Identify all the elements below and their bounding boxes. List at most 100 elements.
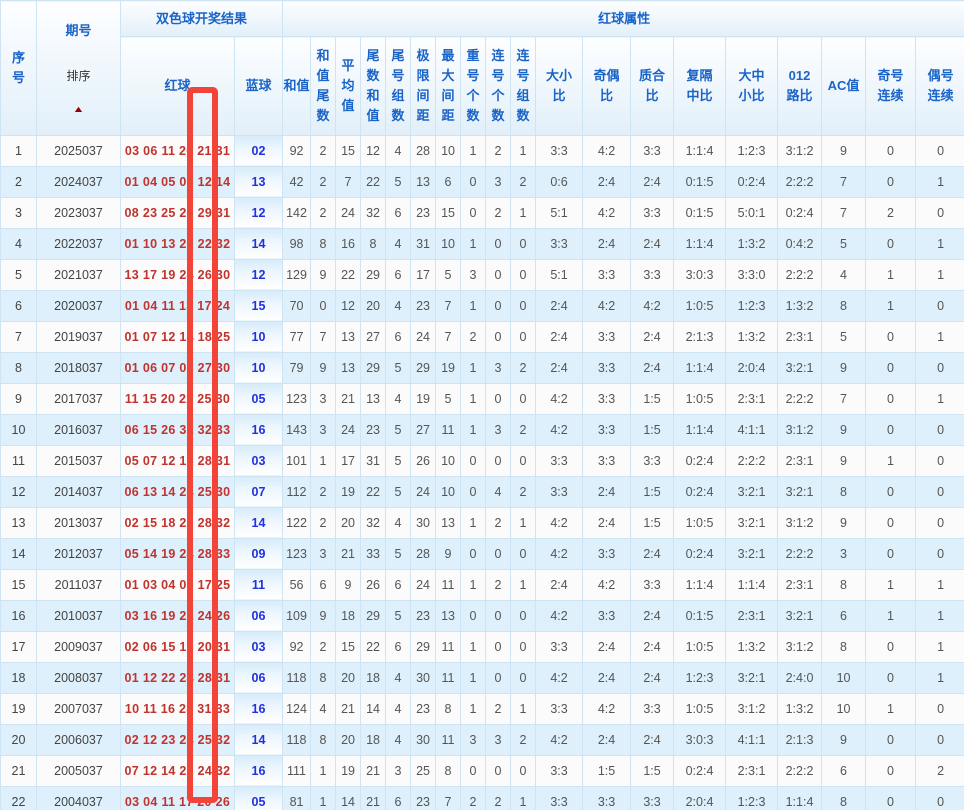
stat-cell: 31 [410, 227, 437, 260]
stat-cell: 4:2 [535, 537, 584, 570]
blue-ball-cell: 15 [233, 289, 284, 322]
stat-cell: 2 [485, 692, 512, 725]
stat-cell: 9 [335, 568, 362, 601]
blue-ball-cell: 06 [233, 661, 284, 694]
stat-cell: 21 [335, 537, 362, 570]
stat-cell: 23 [410, 599, 437, 632]
stat-cell: 1:0:5 [673, 289, 727, 322]
stat-cell: 1 [915, 165, 964, 198]
stat-cell: 3:3 [535, 785, 584, 810]
stat-cell: 7 [821, 196, 867, 229]
stat-cell: 1:1:4 [725, 568, 779, 601]
stat-cell: 2:4 [582, 475, 632, 508]
stat-cell: 2:4 [630, 351, 675, 384]
stat-cell: 0 [510, 537, 537, 570]
stat-cell: 1:3:2 [777, 692, 823, 725]
stat-cell: 29 [360, 258, 387, 291]
stat-cell: 2 [310, 165, 337, 198]
seq-cell: 19 [0, 692, 37, 725]
stat-cell: 6 [385, 196, 412, 229]
stat-cell: 2:3:1 [777, 320, 823, 353]
table-row: 17 2009037 02 06 15 18 20 31 03 92 2 15 22 6 29 11… [0, 630, 964, 663]
column-header: 复隔 中比 [673, 36, 727, 136]
stat-cell: 2:4 [630, 165, 675, 198]
stat-cell: 2 [310, 506, 337, 539]
stat-cell: 4:2 [535, 413, 584, 446]
stat-cell: 21 [360, 754, 387, 787]
stat-cell: 5:0:1 [725, 196, 779, 229]
stat-cell: 0:2:4 [673, 537, 727, 570]
red-balls-cell: 06 13 14 24 25 30 [120, 475, 235, 508]
column-header: 蓝球 [233, 36, 284, 136]
stat-cell: 1 [460, 568, 487, 601]
stat-cell: 118 [282, 723, 312, 756]
stat-cell: 20 [360, 289, 387, 322]
period-cell: 2008037 [36, 661, 121, 694]
period-cell: 2006037 [36, 723, 121, 756]
stat-cell: 129 [282, 258, 312, 291]
stat-cell: 5 [385, 351, 412, 384]
stat-cell: 3:3 [582, 258, 632, 291]
stat-cell: 3 [460, 723, 487, 756]
stat-cell: 6 [385, 785, 412, 810]
stat-cell: 2:2:2 [777, 258, 823, 291]
stat-cell: 1 [310, 444, 337, 477]
stat-cell: 21 [335, 382, 362, 415]
stat-cell: 4 [821, 258, 867, 291]
header-group-row: 序 号 期号 排序 ▲ 双色球开奖结果 红球属性 [0, 0, 964, 136]
stat-cell: 2:3:1 [725, 599, 779, 632]
stat-cell: 5 [435, 382, 462, 415]
period-cell: 2012037 [36, 537, 121, 570]
column-header: 连号 个数 [485, 36, 512, 136]
column-header: 奇号 连续 [865, 36, 917, 136]
stat-cell: 3:0:3 [673, 723, 727, 756]
stat-cell: 81 [282, 785, 312, 810]
stat-cell: 0 [510, 661, 537, 694]
stat-cell: 5 [385, 599, 412, 632]
red-balls-cell: 11 15 20 22 25 30 [120, 382, 235, 415]
stat-cell: 0 [485, 599, 512, 632]
period-sort-header[interactable]: 期号 排序 ▲ [36, 0, 121, 136]
stat-cell: 0 [485, 382, 512, 415]
stat-cell: 7 [435, 785, 462, 810]
stat-cell: 6 [435, 165, 462, 198]
stat-cell: 2 [485, 785, 512, 810]
stat-cell: 9 [435, 537, 462, 570]
stat-cell: 1 [510, 506, 537, 539]
sort-label[interactable]: 排序 [38, 70, 120, 83]
table-row: 5 2021037 13 17 19 24 26 30 12 129 9 22 29 6 17 5 3… [0, 258, 964, 291]
stat-cell: 3:3 [535, 475, 584, 508]
stat-cell: 0:6 [535, 165, 584, 198]
seq-cell: 8 [0, 351, 37, 384]
stat-cell: 8 [310, 723, 337, 756]
period-cell: 2014037 [36, 475, 121, 508]
stat-cell: 3:3 [582, 351, 632, 384]
stat-cell: 0 [460, 599, 487, 632]
stat-cell: 30 [410, 506, 437, 539]
stat-cell: 3:2:1 [725, 537, 779, 570]
stat-cell: 1:5 [630, 475, 675, 508]
stat-cell: 8 [821, 568, 867, 601]
stat-cell: 0 [460, 444, 487, 477]
stat-cell: 3:2:1 [725, 506, 779, 539]
stat-cell: 2:4 [535, 320, 584, 353]
stat-cell: 1 [865, 444, 917, 477]
table-row: 11 2015037 05 07 12 18 28 31 03 101 1 17 31 5 26 1… [0, 444, 964, 477]
stat-cell: 79 [282, 351, 312, 384]
stat-cell: 0 [865, 165, 917, 198]
stat-cell: 8 [310, 661, 337, 694]
stat-cell: 15 [435, 196, 462, 229]
sort-asc-arrow-icon: ▲ [72, 103, 85, 114]
stat-cell: 2 [310, 196, 337, 229]
stat-cell: 6 [821, 754, 867, 787]
stat-cell: 0 [485, 320, 512, 353]
stat-cell: 0 [460, 537, 487, 570]
stat-cell: 2:4 [582, 661, 632, 694]
blue-ball-cell: 14 [233, 723, 284, 756]
stat-cell: 22 [360, 475, 387, 508]
red-balls-cell: 02 06 15 18 20 31 [120, 630, 235, 663]
stat-cell: 3:3 [535, 227, 584, 260]
stat-cell: 1 [915, 227, 964, 260]
stat-cell: 1 [510, 134, 537, 167]
stat-cell: 0 [865, 475, 917, 508]
